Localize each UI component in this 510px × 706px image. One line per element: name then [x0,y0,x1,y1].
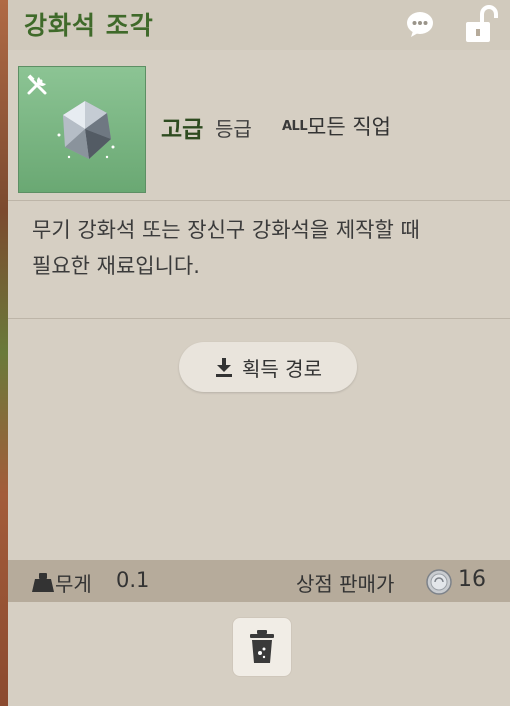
chat-icon[interactable] [405,10,435,38]
grade-suffix: 등급 [215,117,252,141]
divider [8,318,510,319]
item-description: 무기 강화석 또는 장신구 강화석을 제작할 때 필요한 재료입니다. [32,218,420,278]
divider [8,200,510,201]
item-tooltip-panel: 강화석 조각 고급 등급 ALL 모든 직업 무기 강화석 또는 장신구 강화석… [8,0,510,706]
class-badge: ALL [282,119,308,134]
coin-icon [426,569,452,595]
item-icon-frame [18,66,146,193]
download-icon [216,358,233,377]
tool-icon [27,74,47,95]
class-label: 모든 직업 [307,115,391,139]
background-edge [0,0,8,706]
weight-label: 무게 [55,572,92,596]
item-name: 강화석 조각 [24,11,154,40]
discard-button[interactable] [232,617,292,677]
shop-price-label: 상점 판매가 [296,572,395,596]
gem-icon [57,101,115,159]
acquire-route-button[interactable]: 획득 경로 [179,342,357,392]
weight-icon [32,573,54,592]
footer-bar: 무게 0.1 상점 판매가 16 [8,560,510,602]
trash-icon [250,630,274,663]
shop-price-value: 16 [458,567,486,592]
grade-label: 고급 [161,117,204,143]
weight-value: 0.1 [116,568,150,592]
acquire-route-label: 획득 경로 [242,356,322,381]
lock-open-icon[interactable] [458,4,498,44]
title-bar: 강화석 조각 [8,0,510,50]
